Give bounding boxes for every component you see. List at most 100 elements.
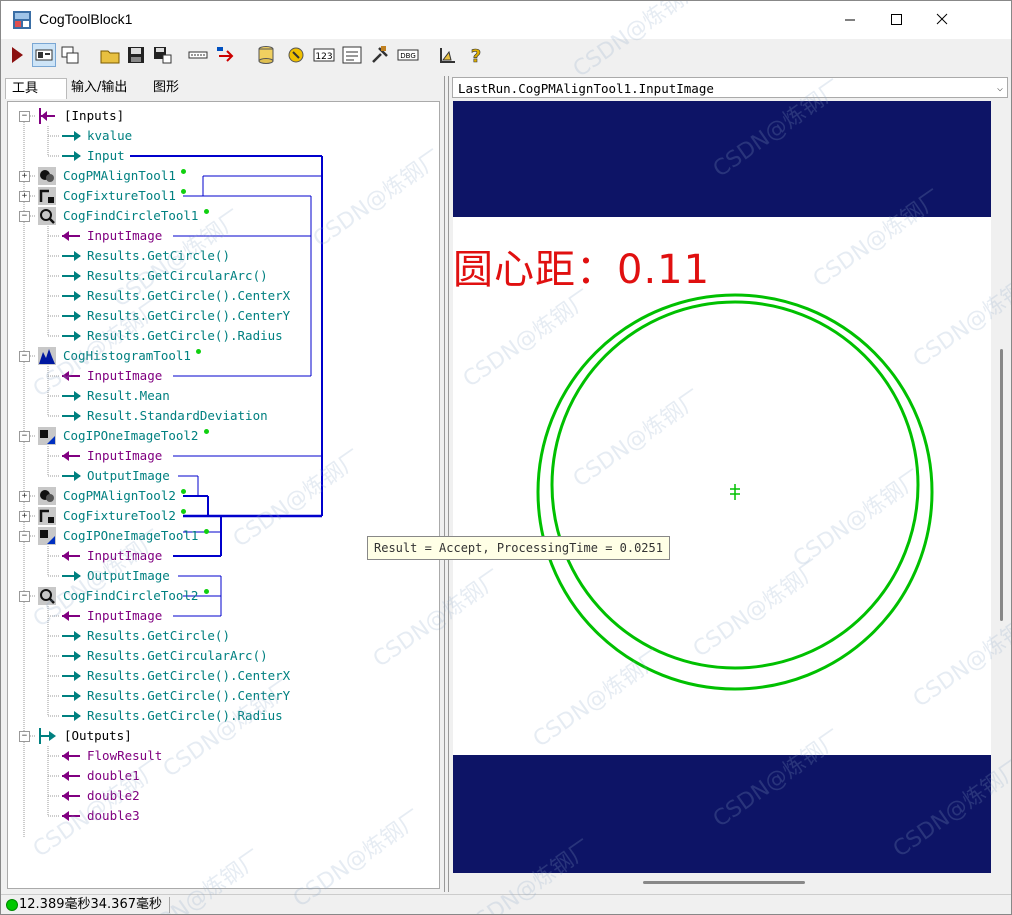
svg-text:?: ? [471, 46, 481, 66]
pmalign-tool-icon [38, 167, 56, 185]
database-icon[interactable] [255, 44, 277, 66]
tree-tool-node[interactable]: CogFixtureTool2 [63, 506, 176, 526]
minimize-button[interactable] [827, 1, 873, 39]
open-folder-icon[interactable] [99, 44, 121, 66]
tree-terminal-node[interactable]: InputImage [87, 366, 162, 386]
tree-terminal-node[interactable]: InputImage [87, 546, 162, 566]
toolbar: 123 DBG ? [1, 39, 1011, 73]
tree-expander[interactable]: + [19, 491, 30, 502]
reset-icon[interactable] [215, 44, 237, 66]
tree-terminal-node[interactable]: double1 [87, 766, 140, 786]
run-icon[interactable] [6, 44, 28, 66]
output-terminal-icon [62, 271, 81, 281]
window-title: CogToolBlock1 [39, 11, 133, 27]
tree-group-node[interactable]: [Inputs] [64, 106, 124, 126]
tools-icon[interactable] [369, 44, 391, 66]
tree-tool-node[interactable]: CogIPOneImageTool2 [63, 426, 198, 446]
tree-terminal-node[interactable]: Results.GetCircle() [87, 246, 230, 266]
horizontal-scroll-thumb[interactable] [643, 881, 805, 884]
minimize-icon [845, 19, 855, 21]
tree-terminal-node[interactable]: Result.StandardDeviation [87, 406, 268, 426]
script-icon[interactable] [285, 44, 307, 66]
tree-tool-node[interactable]: CogIPOneImageTool1 [63, 526, 198, 546]
tree-terminal-node[interactable]: InputImage [87, 446, 162, 466]
tree-expander[interactable]: − [19, 351, 30, 362]
tree-tool-node[interactable]: CogFixtureTool1 [63, 186, 176, 206]
tree-terminal-node[interactable]: Results.GetCircle().Radius [87, 326, 283, 346]
tree-terminal-node[interactable]: InputImage [87, 606, 162, 626]
run-status-dot [203, 429, 209, 434]
fixture-tool-icon [38, 187, 56, 205]
find-circle-tool-icon [38, 207, 56, 225]
terminal-icon[interactable] [187, 44, 209, 66]
tree-terminal-node[interactable]: InputImage [87, 226, 162, 246]
pmalign-tool-icon [38, 487, 56, 505]
input-terminal-icon [62, 451, 80, 461]
status-time-2: 34.367毫秒 [90, 897, 163, 912]
close-icon [936, 13, 948, 25]
tree-terminal-node[interactable]: OutputImage [87, 466, 170, 486]
output-terminal-icon [62, 131, 81, 141]
tab-tools[interactable]: 工具 [5, 78, 67, 99]
tree-tool-node[interactable]: CogHistogramTool1 [63, 346, 191, 366]
tab-graphics[interactable]: 图形 [147, 78, 185, 98]
debug-icon[interactable]: DBG [397, 44, 419, 66]
status-bar: 12.389毫秒34.367毫秒 [1, 894, 1011, 914]
input-terminal-icon [62, 811, 80, 821]
tree-tool-node[interactable]: CogFindCircleTool1 [63, 206, 198, 226]
window-layout-icon[interactable] [59, 44, 81, 66]
tree-terminal-node[interactable]: FlowResult [87, 746, 162, 766]
tree-expander[interactable]: − [19, 431, 30, 442]
tab-input-output[interactable]: 输入/输出 [65, 78, 133, 98]
tree-terminal-node[interactable]: Results.GetCircle().Radius [87, 706, 283, 726]
maximize-button[interactable] [873, 1, 919, 39]
tree-terminal-node[interactable]: Results.GetCircle().CenterX [87, 666, 290, 686]
tree-tool-node[interactable]: CogFindCircleTool2 [63, 586, 198, 606]
output-terminal-icon [62, 151, 81, 161]
output-terminal-icon [62, 671, 81, 681]
tree-tool-node[interactable]: CogPMAlignTool1 [63, 166, 176, 186]
vertical-scroll-thumb[interactable] [1000, 349, 1003, 621]
tree-terminal-node[interactable]: Results.GetCircle() [87, 626, 230, 646]
tool-tree[interactable]: − [Inputs] kvalue Input + CogPMAlignTool1 + Cog… [7, 101, 440, 889]
tree-terminal-node[interactable]: kvalue [87, 126, 132, 146]
tree-expander[interactable]: + [19, 191, 30, 202]
tree-terminal-node[interactable]: Results.GetCircle().CenterY [87, 306, 290, 326]
input-terminal-icon [62, 611, 80, 621]
close-button[interactable] [919, 1, 965, 39]
tree-expander[interactable]: − [19, 591, 30, 602]
output-terminal-icon [62, 331, 81, 341]
tree-terminal-node[interactable]: double3 [87, 806, 140, 826]
tree-terminal-node[interactable]: Input [87, 146, 125, 166]
tree-terminal-node[interactable]: Results.GetCircle().CenterX [87, 286, 290, 306]
image-selector-dropdown[interactable]: LastRun.CogPMAlignTool1.InputImage ⌵ [452, 77, 1008, 98]
tree-terminal-node[interactable]: double2 [87, 786, 140, 806]
tree-terminal-node[interactable]: Result.Mean [87, 386, 170, 406]
tree-expander[interactable]: − [19, 211, 30, 222]
tree-expander[interactable]: + [19, 171, 30, 182]
measure-icon[interactable] [437, 44, 459, 66]
tree-tool-node[interactable]: CogPMAlignTool2 [63, 486, 176, 506]
form-icon[interactable] [341, 44, 363, 66]
tree-terminal-node[interactable]: Results.GetCircularArc() [87, 646, 268, 666]
tree-expander[interactable]: − [19, 531, 30, 542]
tree-terminal-node[interactable]: Results.GetCircularArc() [87, 266, 268, 286]
outputs-terminal-icon [39, 728, 56, 744]
tree-expander[interactable]: − [19, 731, 30, 742]
tree-terminal-node[interactable]: OutputImage [87, 566, 170, 586]
input-terminal-icon [62, 231, 80, 241]
image-display[interactable]: 圆心距：0.11 [453, 101, 991, 873]
save-as-icon[interactable] [151, 44, 173, 66]
vertical-scrollbar[interactable] [994, 101, 1008, 873]
save-icon[interactable] [125, 44, 147, 66]
tree-terminal-node[interactable]: Results.GetCircle().CenterY [87, 686, 290, 706]
pane-splitter[interactable] [444, 76, 449, 892]
number-icon[interactable]: 123 [313, 44, 335, 66]
tree-group-node[interactable]: [Outputs] [64, 726, 132, 746]
tree-expander[interactable]: − [19, 111, 30, 122]
run-status-dot [203, 529, 209, 534]
tree-expander[interactable]: + [19, 511, 30, 522]
show-results-icon[interactable] [32, 43, 56, 67]
horizontal-scrollbar[interactable] [453, 874, 991, 890]
help-icon[interactable]: ? [465, 44, 487, 66]
